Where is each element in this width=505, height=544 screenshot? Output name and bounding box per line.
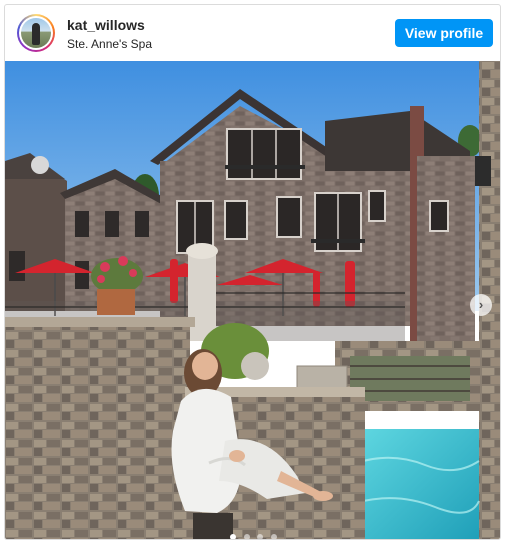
username[interactable]: kat_willows (67, 17, 145, 33)
post-photo[interactable]: › (5, 61, 500, 539)
carousel-dot (270, 534, 277, 539)
carousel-dot (243, 534, 250, 539)
location[interactable]: Ste. Anne's Spa (67, 37, 152, 51)
avatar-figure (32, 23, 40, 45)
post-header: kat_willows Ste. Anne's Spa View profile (5, 5, 500, 61)
carousel-dot-active (230, 534, 237, 539)
carousel-indicator (5, 527, 500, 539)
instagram-embed-card: kat_willows Ste. Anne's Spa View profile (4, 4, 501, 540)
spa-photo-illustration (5, 61, 500, 539)
view-profile-button[interactable]: View profile (395, 19, 493, 47)
chevron-right-icon[interactable]: › (470, 294, 492, 316)
avatar-ring (19, 16, 53, 50)
carousel-dot (257, 534, 264, 539)
avatar-photo (21, 18, 51, 48)
profile-avatar[interactable] (17, 14, 55, 52)
